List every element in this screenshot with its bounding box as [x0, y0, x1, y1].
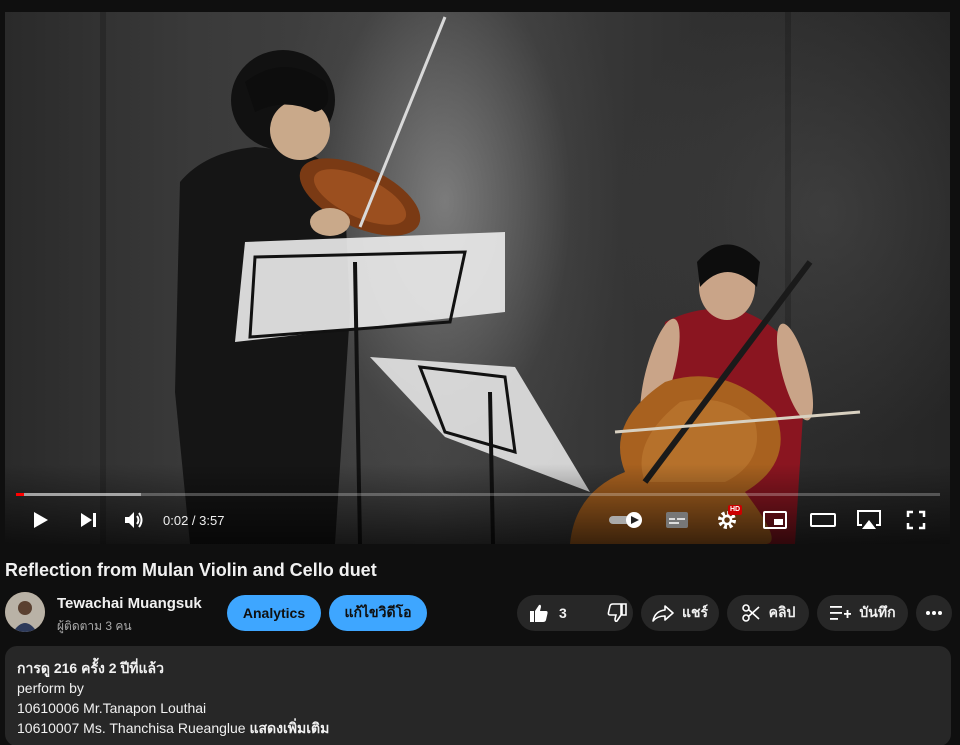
description-line: 10610007 Ms. Thanchisa Rueanglue [17, 720, 246, 736]
edit-video-button[interactable]: แก้ไขวิดีโอ [329, 595, 427, 631]
autoplay-toggle-icon [609, 512, 642, 528]
thumbs-up-icon [530, 604, 548, 622]
next-icon [81, 513, 96, 527]
volume-icon [125, 512, 143, 528]
save-button[interactable]: บันทึก [817, 595, 908, 631]
time-total: 3:57 [199, 513, 225, 528]
like-count: 3 [559, 605, 567, 621]
share-icon [652, 605, 674, 622]
theater-icon [810, 513, 836, 527]
channel-avatar[interactable] [5, 592, 45, 632]
like-button[interactable]: 3 [529, 603, 567, 623]
description-line: 10610006 Mr.Tanapon Louthai [17, 700, 207, 716]
save-label: บันทึก [859, 604, 896, 620]
avatar-image [5, 592, 45, 632]
share-label: แชร์ [681, 604, 709, 620]
miniplayer-icon [763, 511, 787, 529]
fullscreen-button[interactable] [903, 507, 929, 533]
description-last-line: 10610007 Ms. Thanchisa Rueanglue แสดงเพิ… [17, 718, 939, 738]
time-display: 0:02 / 3:57 [163, 513, 224, 528]
fullscreen-icon [906, 510, 926, 530]
dislike-button[interactable] [607, 603, 627, 623]
show-more-link[interactable]: แสดงเพิ่มเติม [246, 720, 329, 736]
subscriber-count: ผู้ติดตาม 3 คน [57, 619, 132, 633]
description-line: perform by [17, 680, 84, 696]
save-playlist-icon [830, 606, 852, 620]
time-current: 0:02 [163, 513, 189, 528]
clip-button[interactable]: คลิป [727, 595, 809, 631]
play-button[interactable] [27, 507, 53, 533]
like-dislike-group: 3 [517, 595, 633, 631]
thumbs-down-icon [607, 603, 627, 623]
channel-name[interactable]: Tewachai Muangsuk [57, 595, 202, 612]
analytics-button[interactable]: Analytics [227, 595, 321, 631]
autoplay-toggle[interactable] [607, 507, 645, 533]
progress-played [16, 493, 25, 496]
airplay-button[interactable] [854, 507, 884, 533]
miniplayer-button[interactable] [761, 507, 789, 533]
theater-button[interactable] [808, 507, 838, 533]
play-icon [34, 512, 48, 528]
progress-loaded [16, 493, 141, 496]
subtitles-button[interactable] [664, 507, 690, 533]
airplay-icon [857, 510, 881, 529]
description-box[interactable]: การดู 216 ครั้ง 2 ปีที่แล้ว perform by 1… [5, 646, 951, 745]
share-button[interactable]: แชร์ [641, 595, 719, 631]
progress-bar[interactable] [16, 493, 940, 496]
video-title: Reflection from Mulan Violin and Cello d… [5, 560, 377, 580]
hd-badge: HD [728, 505, 743, 515]
volume-button[interactable] [121, 507, 147, 533]
more-actions-button[interactable] [916, 595, 952, 631]
next-button[interactable] [75, 507, 101, 533]
time-separator: / [188, 513, 200, 528]
clip-label: คลิป [768, 604, 796, 620]
view-count-date: การดู 216 ครั้ง 2 ปีที่แล้ว [17, 660, 164, 676]
subtitles-icon [666, 512, 688, 528]
more-horizontal-icon [926, 611, 942, 615]
settings-button[interactable]: HD [712, 505, 743, 533]
video-player[interactable]: 0:02 / 3:57 HD [5, 12, 950, 544]
scissors-icon [741, 604, 760, 622]
